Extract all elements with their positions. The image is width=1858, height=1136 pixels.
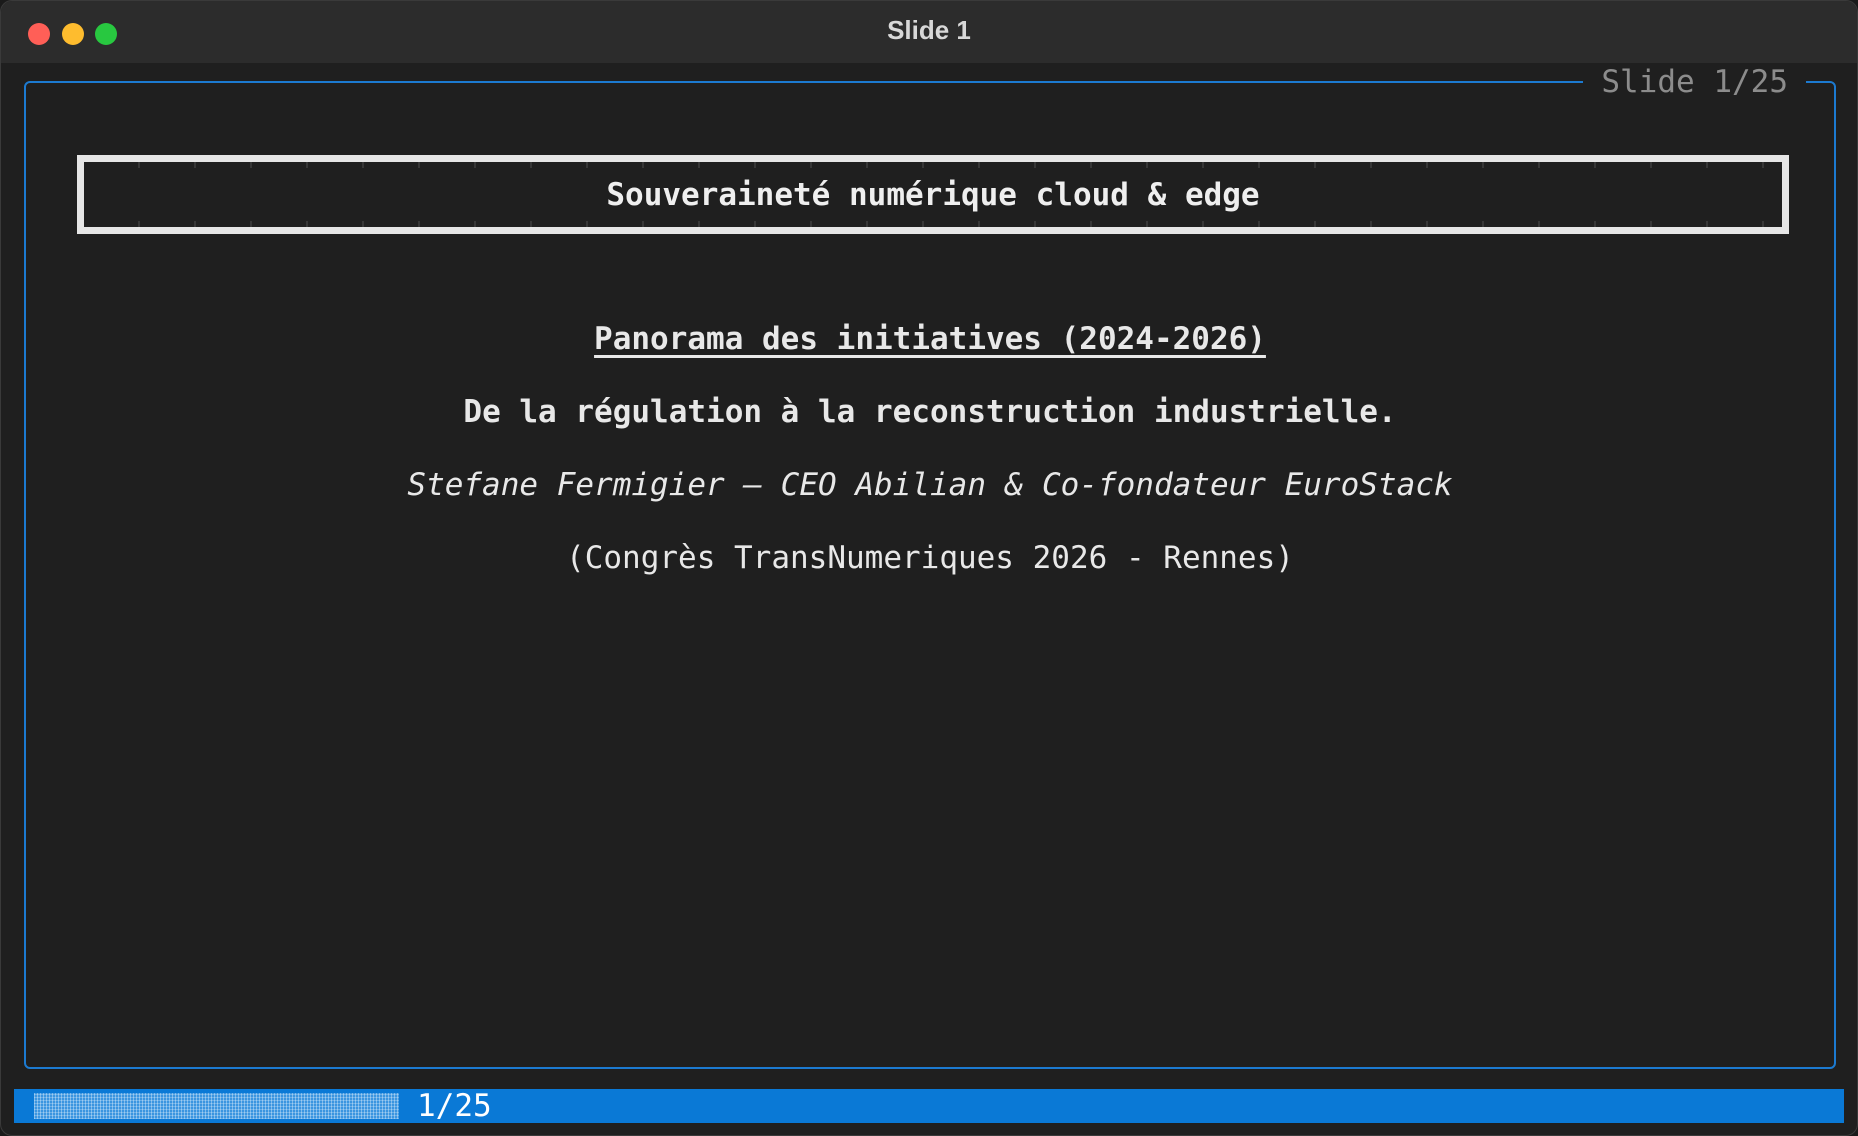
slide-heading-box: Souveraineté numérique cloud & edge [77, 155, 1789, 234]
slide-frame: Slide 1/25 Souveraineté numérique cloud … [24, 63, 1836, 1069]
slide-event: (Congrès TransNumeriques 2026 - Rennes) [566, 540, 1294, 576]
status-bar: 1/25 [14, 1088, 1844, 1124]
slide-counter: 1/25 [417, 1088, 492, 1124]
window-title: Slide 1 [887, 15, 971, 45]
slide-subtitle: Panorama des initiatives (2024-2026) [594, 321, 1266, 357]
slide-tagline: De la régulation à la reconstruction ind… [463, 394, 1397, 430]
slide-frame-label: Slide 1/25 [1583, 63, 1806, 101]
slide-author: Stefane Fermigier — CEO Abilian & Co-fon… [407, 467, 1453, 503]
app-window: Slide 1 Slide 1/25 Souveraineté numériqu… [0, 0, 1858, 1136]
slide-progress-fill [34, 1093, 399, 1119]
title-bar: Slide 1 [1, 1, 1857, 63]
slide-progress-bar [34, 1093, 399, 1119]
slide-heading: Souveraineté numérique cloud & edge [606, 176, 1260, 213]
